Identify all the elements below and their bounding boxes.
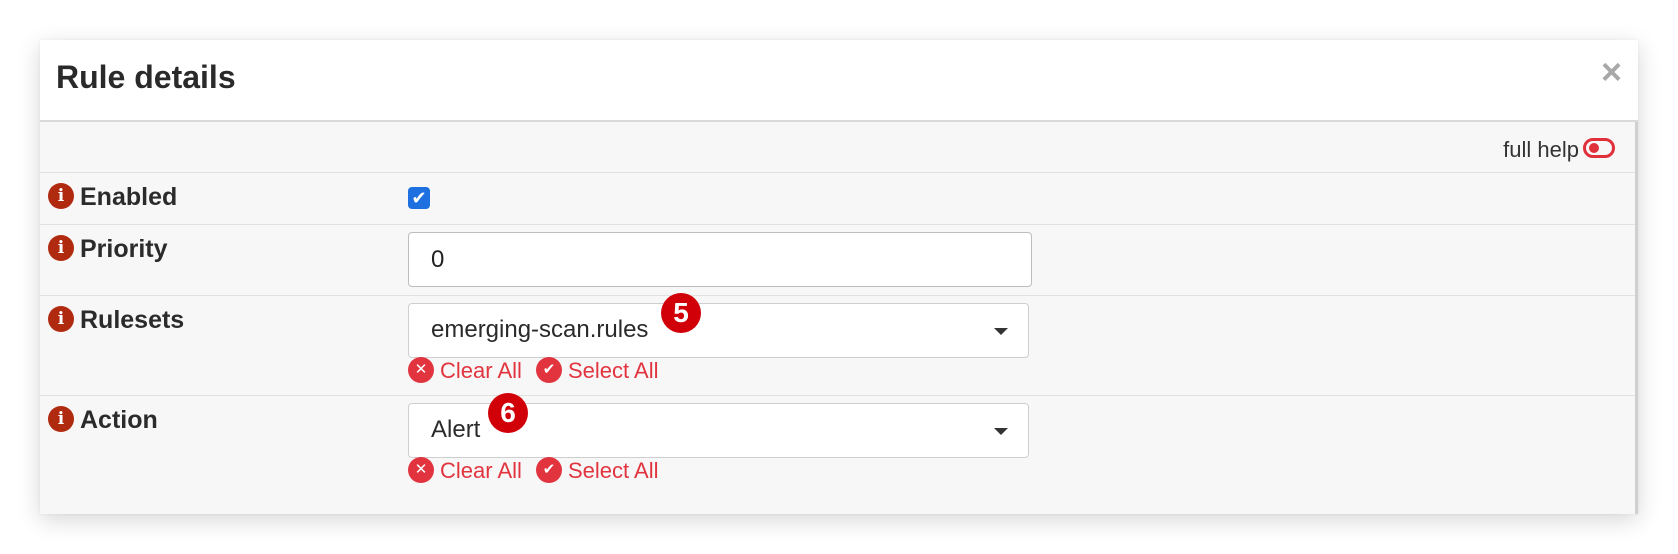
rulesets-select-all-button[interactable]: ✔ Select All [536, 357, 660, 383]
toggle-off-icon[interactable] [1583, 138, 1615, 158]
action-selected-value: Alert [431, 416, 481, 443]
dialog-header: Rule details × [40, 40, 1638, 122]
check-icon: ✔ [536, 457, 562, 483]
chevron-down-icon [994, 328, 1008, 335]
action-label: Action [80, 406, 158, 434]
priority-row: i Priority 0 [40, 224, 1635, 296]
clear-icon: ✕ [408, 457, 434, 483]
enabled-checkbox[interactable]: ✔ [408, 187, 430, 209]
chevron-down-icon [994, 428, 1008, 435]
close-icon[interactable]: × [1601, 50, 1622, 94]
help-row: full help [40, 122, 1635, 173]
rule-details-dialog: Rule details × full help i Enabled ✔ i P… [40, 40, 1638, 514]
clear-icon: ✕ [408, 357, 434, 383]
info-icon[interactable]: i [48, 183, 74, 209]
enabled-row: i Enabled ✔ [40, 172, 1635, 225]
rulesets-selected-value: emerging-scan.rules [431, 316, 649, 343]
info-icon[interactable]: i [48, 406, 74, 432]
rulesets-clear-all-button[interactable]: ✕ Clear All [408, 357, 522, 383]
action-select-all-button[interactable]: ✔ Select All [536, 457, 660, 483]
dialog-title: Rule details [56, 59, 236, 95]
step-badge: 5 [661, 293, 701, 333]
rulesets-row: i Rulesets emerging-scan.rules 5 ✕ Clear… [40, 293, 1635, 396]
info-icon[interactable]: i [48, 235, 74, 261]
check-icon: ✔ [536, 357, 562, 383]
dialog-body: full help i Enabled ✔ i Priority 0 i Rul… [40, 122, 1638, 514]
action-row: i Action Alert 6 ✕ Clear All ✔ Select Al… [40, 393, 1635, 514]
select-all-label: Select All [568, 358, 659, 383]
select-all-label: Select All [568, 458, 659, 483]
priority-label: Priority [80, 235, 168, 263]
info-icon[interactable]: i [48, 306, 74, 332]
clear-all-label: Clear All [440, 358, 522, 383]
enabled-label: Enabled [80, 183, 178, 211]
clear-all-label: Clear All [440, 458, 522, 483]
step-badge: 6 [488, 393, 528, 433]
action-clear-all-button[interactable]: ✕ Clear All [408, 457, 522, 483]
rulesets-select[interactable]: emerging-scan.rules [408, 303, 1029, 358]
full-help-label: full help [1503, 137, 1579, 162]
rulesets-label: Rulesets [80, 306, 185, 334]
priority-input[interactable]: 0 [408, 232, 1032, 287]
